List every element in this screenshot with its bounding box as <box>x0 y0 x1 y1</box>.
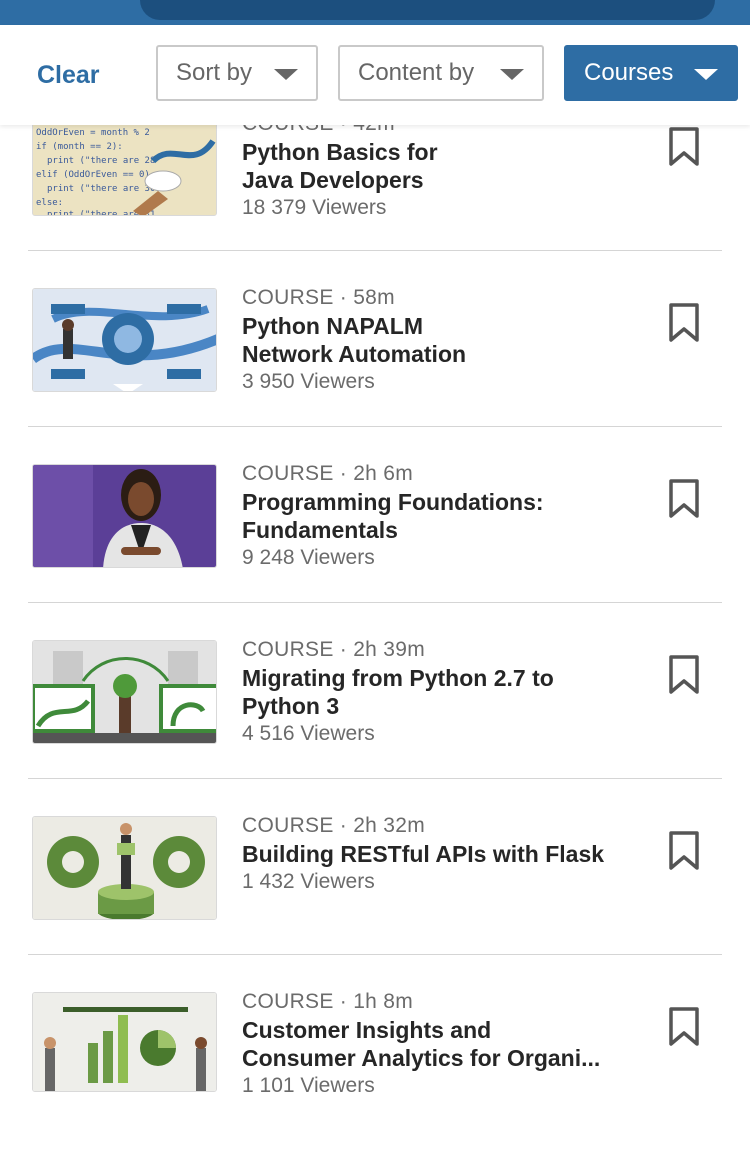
bookmark-icon[interactable] <box>667 654 701 696</box>
course-item[interactable]: OddOrEven = month % 2 if (month == 2): p… <box>0 112 750 296</box>
course-meta: COURSE · 1h 8m <box>242 990 414 1013</box>
course-meta: COURSE · 58m <box>242 286 395 309</box>
course-title-line2[interactable]: Consumer Analytics for Organi... <box>242 1044 637 1072</box>
course-item[interactable]: COURSE · 1h 8m Customer Insights and Con… <box>0 990 750 1166</box>
bookmark-icon[interactable] <box>667 478 701 520</box>
search-bar[interactable] <box>140 0 715 20</box>
sort-by-label: Sort by <box>176 59 253 86</box>
course-item[interactable]: COURSE · 2h 32m Building RESTful APIs wi… <box>0 814 750 990</box>
svg-text:else:: else: <box>36 198 63 208</box>
divider <box>28 602 722 603</box>
course-title[interactable]: Migrating from Python 2.7 to Python 3 <box>242 664 637 720</box>
divider <box>28 954 722 955</box>
clear-button[interactable]: Clear <box>37 61 100 90</box>
bookmark-icon[interactable] <box>667 302 701 344</box>
course-title-line1[interactable]: Python Basics for <box>242 138 637 166</box>
sort-by-dropdown[interactable]: Sort by <box>156 45 318 101</box>
course-title-line2[interactable]: Fundamentals <box>242 516 637 544</box>
svg-text:if (month == 2):: if (month == 2): <box>36 142 123 152</box>
course-viewers: 1 101 Viewers <box>242 1074 375 1097</box>
course-list: OddOrEven = month % 2 if (month == 2): p… <box>0 0 750 1097</box>
chevron-down-icon <box>500 69 524 80</box>
chevron-down-icon <box>274 69 298 80</box>
course-title-line2[interactable]: Network Automation <box>242 340 637 368</box>
course-title-line1[interactable]: Migrating from Python 2.7 to <box>242 664 637 692</box>
course-viewers: 18 379 Viewers <box>242 196 387 219</box>
course-viewers: 4 516 Viewers <box>242 722 375 745</box>
course-title[interactable]: Python NAPALM Network Automation <box>242 312 637 368</box>
course-thumbnail[interactable]: OddOrEven = month % 2 if (month == 2): p… <box>32 120 217 216</box>
course-thumbnail[interactable] <box>32 992 217 1092</box>
course-thumbnail[interactable] <box>32 288 217 392</box>
course-meta: COURSE · 2h 39m <box>242 638 426 661</box>
course-item[interactable]: COURSE · 58m Python NAPALM Network Autom… <box>0 286 750 462</box>
courses-label: Courses <box>584 59 674 86</box>
course-title[interactable]: Programming Foundations: Fundamentals <box>242 488 637 544</box>
svg-text:OddOrEven = month % 2: OddOrEven = month % 2 <box>36 128 150 138</box>
top-bar <box>0 0 750 25</box>
course-title-line1[interactable]: Building RESTful APIs with Flask <box>242 840 637 868</box>
course-thumbnail[interactable] <box>32 464 217 568</box>
course-meta: COURSE · 2h 32m <box>242 814 426 837</box>
course-thumbnail[interactable] <box>32 816 217 920</box>
bookmark-icon[interactable] <box>667 830 701 872</box>
course-title-line1[interactable]: Customer Insights and <box>242 1016 637 1044</box>
filter-bar: Clear Sort by Content by Courses <box>0 25 750 125</box>
bookmark-icon[interactable] <box>667 1006 701 1048</box>
divider <box>28 250 722 251</box>
course-title-line1[interactable]: Python NAPALM <box>242 312 637 340</box>
course-viewers: 9 248 Viewers <box>242 546 375 569</box>
course-item[interactable]: COURSE · 2h 39m Migrating from Python 2.… <box>0 638 750 814</box>
course-title-line1[interactable]: Programming Foundations: <box>242 488 637 516</box>
course-title-line2[interactable]: Python 3 <box>242 692 637 720</box>
courses-dropdown[interactable]: Courses <box>564 45 738 101</box>
course-title[interactable]: Building RESTful APIs with Flask <box>242 840 637 868</box>
course-item[interactable]: COURSE · 2h 6m Programming Foundations: … <box>0 462 750 638</box>
course-meta: COURSE · 2h 6m <box>242 462 414 485</box>
svg-text:elif (OddOrEven == 0):: elif (OddOrEven == 0): <box>36 170 155 180</box>
content-by-dropdown[interactable]: Content by <box>338 45 544 101</box>
course-title[interactable]: Customer Insights and Consumer Analytics… <box>242 1016 637 1072</box>
course-thumbnail[interactable] <box>32 640 217 744</box>
svg-text:print ("there are 30: print ("there are 30 <box>47 184 155 194</box>
course-viewers: 3 950 Viewers <box>242 370 375 393</box>
bookmark-icon[interactable] <box>667 126 701 168</box>
chevron-down-icon <box>694 69 718 80</box>
svg-text:print ("there are 28: print ("there are 28 <box>47 156 155 166</box>
course-title[interactable]: Python Basics for Java Developers <box>242 138 637 194</box>
content-by-label: Content by <box>358 59 475 86</box>
course-title-line2[interactable]: Java Developers <box>242 166 637 194</box>
divider <box>28 426 722 427</box>
course-viewers: 1 432 Viewers <box>242 870 375 893</box>
divider <box>28 778 722 779</box>
